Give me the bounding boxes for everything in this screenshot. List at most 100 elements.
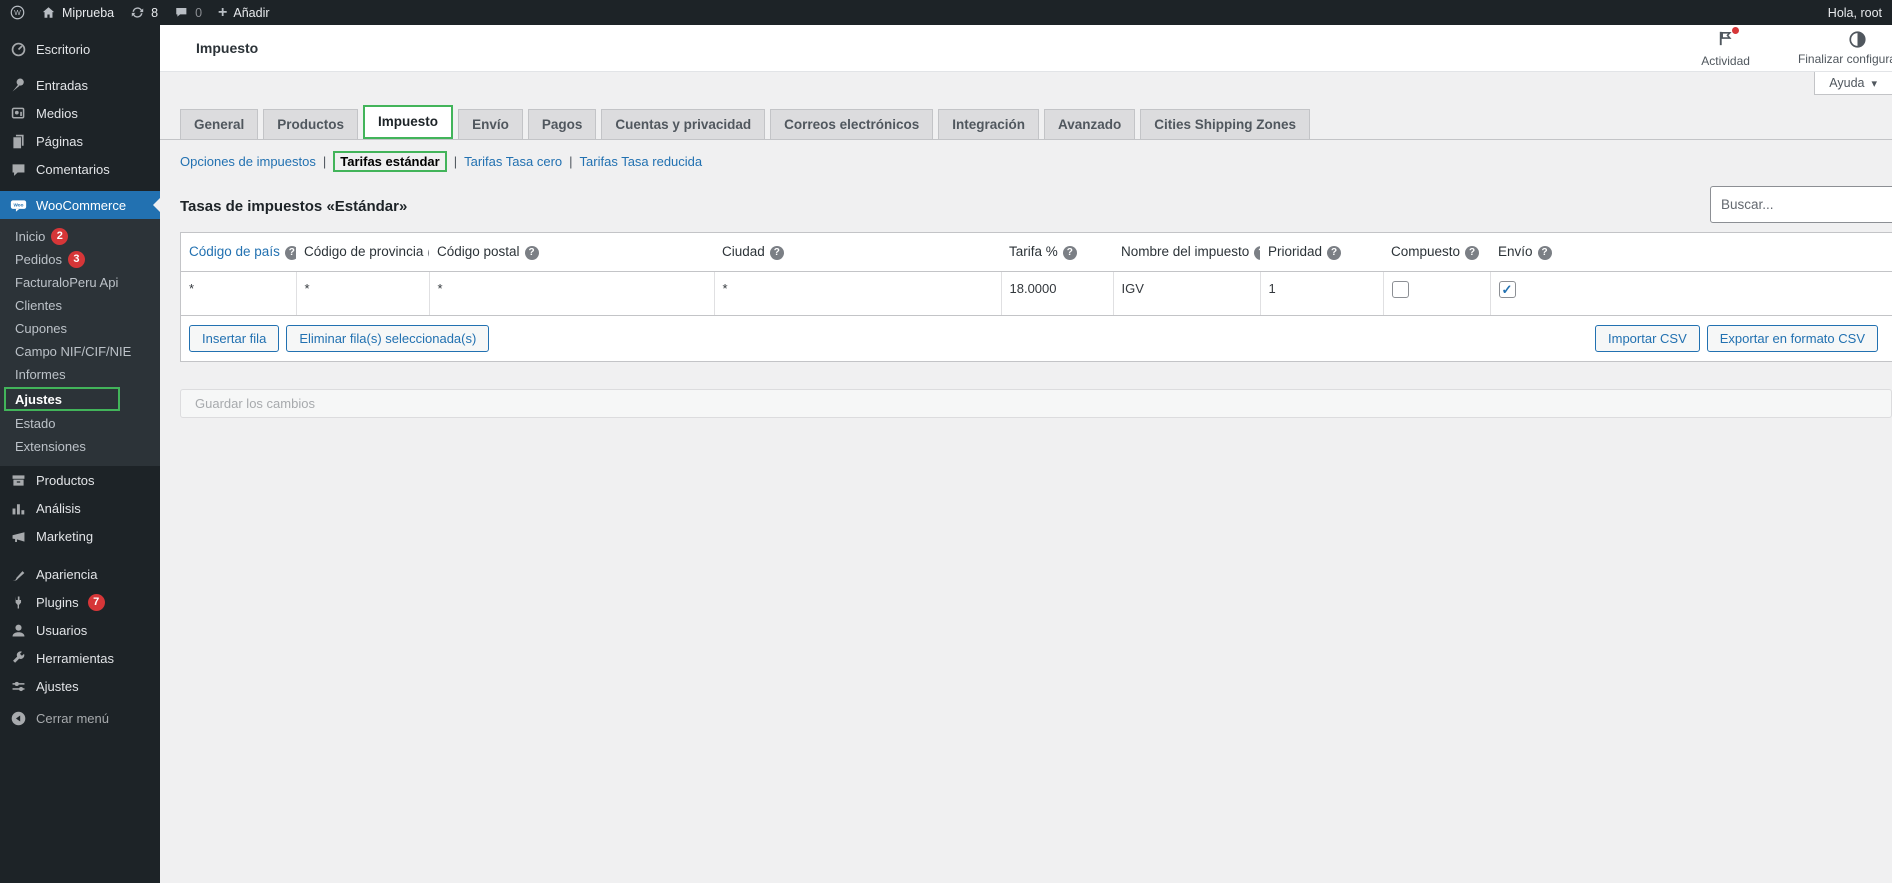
help-icon[interactable] [285, 246, 296, 260]
comments-menu[interactable]: 0 [174, 5, 202, 20]
cell-priority[interactable]: 1 [1260, 272, 1383, 316]
collapse-menu-button[interactable]: Cerrar menú [0, 704, 160, 732]
submenu-item-ajustes-current[interactable]: Ajustes [4, 387, 120, 411]
tab-impuesto-active[interactable]: Impuesto [363, 105, 453, 139]
help-icon[interactable] [525, 246, 539, 260]
cell-state-code[interactable]: * [296, 272, 429, 316]
subnav-tarifas-tasa-cero[interactable]: Tarifas Tasa cero [464, 154, 562, 169]
help-button[interactable]: Ayuda [1814, 72, 1892, 95]
tab-pagos[interactable]: Pagos [528, 109, 597, 139]
help-icon[interactable] [1465, 246, 1479, 260]
column-header-priority: Prioridad [1260, 233, 1383, 272]
search-input[interactable] [1710, 186, 1892, 223]
tab-integracion[interactable]: Integración [938, 109, 1039, 139]
sidebar-item-ajustes-generales[interactable]: Ajustes [0, 672, 160, 700]
export-csv-button[interactable]: Exportar en formato CSV [1707, 325, 1878, 352]
compound-checkbox[interactable] [1392, 281, 1409, 298]
tab-productos[interactable]: Productos [263, 109, 358, 139]
sidebar-item-label: Entradas [36, 78, 88, 93]
sidebar-item-medios[interactable]: Medios [0, 99, 160, 127]
sidebar-item-label: Escritorio [36, 42, 90, 57]
submenu-item-estado[interactable]: Estado [0, 412, 160, 435]
cell-country-code[interactable]: * [181, 272, 296, 316]
tab-envio[interactable]: Envío [458, 109, 523, 139]
finish-setup-button[interactable]: Finalizar configuración [1798, 30, 1892, 66]
bar-chart-icon [10, 500, 27, 517]
cell-shipping [1490, 272, 1892, 316]
submenu-label: Pedidos [15, 252, 62, 267]
insert-row-button[interactable]: Insertar fila [189, 325, 279, 352]
column-header-state-code: Código de provincia [296, 233, 429, 272]
sidebar-item-apariencia[interactable]: Apariencia [0, 560, 160, 588]
tab-correos[interactable]: Correos electrónicos [770, 109, 933, 139]
delete-selected-rows-button[interactable]: Eliminar fila(s) seleccionada(s) [286, 325, 489, 352]
sidebar-item-woocommerce[interactable]: Woo WooCommerce [0, 191, 160, 219]
help-icon[interactable] [1327, 246, 1341, 260]
sidebar-item-herramientas[interactable]: Herramientas [0, 644, 160, 672]
updates-menu[interactable]: 8 [130, 5, 158, 20]
help-icon[interactable] [1254, 246, 1260, 260]
submenu-item-extensiones[interactable]: Extensiones [0, 435, 160, 458]
submenu-label: Cupones [15, 321, 67, 336]
column-header-country-code[interactable]: Código de país [181, 233, 296, 272]
submenu-item-campo-nif[interactable]: Campo NIF/CIF/NIE [0, 340, 160, 363]
submenu-item-cupones[interactable]: Cupones [0, 317, 160, 340]
sidebar-item-label: Productos [36, 473, 95, 488]
plugin-icon [10, 594, 27, 611]
submenu-label: Inicio [15, 229, 45, 244]
submenu-label: Campo NIF/CIF/NIE [15, 344, 131, 359]
finish-setup-label: Finalizar configuración [1798, 52, 1892, 66]
settings-sliders-icon [10, 678, 27, 695]
submenu-item-pedidos[interactable]: Pedidos 3 [0, 248, 160, 271]
cell-compound [1383, 272, 1490, 316]
sidebar-item-paginas[interactable]: Páginas [0, 127, 160, 155]
subnav-tarifas-tasa-reducida[interactable]: Tarifas Tasa reducida [580, 154, 703, 169]
sidebar-item-analisis[interactable]: Análisis [0, 494, 160, 522]
products-box-icon [10, 472, 27, 489]
submenu-item-facturaloperu-api[interactable]: FacturaloPeru Api [0, 271, 160, 294]
submenu-item-clientes[interactable]: Clientes [0, 294, 160, 317]
cell-city[interactable]: * [714, 272, 1001, 316]
greeting-text: Hola, root [1828, 6, 1882, 20]
sidebar-item-plugins[interactable]: Plugins 7 [0, 588, 160, 616]
submenu-item-inicio[interactable]: Inicio 2 [0, 225, 160, 248]
submenu-label: Informes [15, 367, 66, 382]
activity-button[interactable]: Actividad [1701, 29, 1750, 68]
sidebar-item-comentarios[interactable]: Comentarios [0, 155, 160, 183]
sidebar-item-entradas[interactable]: Entradas [0, 71, 160, 99]
comments-count: 0 [195, 6, 202, 20]
sidebar-item-label: Comentarios [36, 162, 110, 177]
help-icon[interactable] [770, 246, 784, 260]
tab-cuentas-privacidad[interactable]: Cuentas y privacidad [601, 109, 765, 139]
site-name-menu[interactable]: Miprueba [41, 5, 114, 20]
help-icon[interactable] [1538, 246, 1552, 260]
submenu-label: Estado [15, 416, 55, 431]
import-csv-button[interactable]: Importar CSV [1595, 325, 1700, 352]
tab-cities-shipping-zones[interactable]: Cities Shipping Zones [1140, 109, 1310, 139]
wordpress-logo[interactable]: W [10, 5, 25, 20]
tab-avanzado[interactable]: Avanzado [1044, 109, 1135, 139]
shipping-checkbox[interactable] [1499, 281, 1516, 298]
column-header-rate: Tarifa % [1001, 233, 1113, 272]
submenu-label: Ajustes [15, 392, 62, 407]
add-new-menu[interactable]: + Añadir [218, 5, 269, 21]
sidebar-item-label: Usuarios [36, 623, 87, 638]
help-icon[interactable] [1063, 246, 1077, 260]
subnav-opciones-impuestos[interactable]: Opciones de impuestos [180, 154, 316, 169]
sidebar-item-marketing[interactable]: Marketing [0, 522, 160, 550]
sidebar-item-usuarios[interactable]: Usuarios [0, 616, 160, 644]
subnav-tarifas-estandar-current[interactable]: Tarifas estándar [333, 151, 446, 172]
save-changes-button[interactable]: Guardar los cambios [180, 389, 1892, 418]
submenu-item-informes[interactable]: Informes [0, 363, 160, 386]
tab-general[interactable]: General [180, 109, 258, 139]
sidebar-item-label: Medios [36, 106, 78, 121]
sidebar-item-escritorio[interactable]: Escritorio [0, 35, 160, 63]
my-account-menu[interactable]: Hola, root [1828, 6, 1882, 20]
cell-postcode[interactable]: * [429, 272, 714, 316]
help-icon[interactable] [428, 246, 429, 260]
wordpress-icon: W [10, 5, 25, 20]
sidebar-item-productos[interactable]: Productos [0, 466, 160, 494]
comment-bubble-icon [174, 5, 189, 20]
cell-tax-name[interactable]: IGV [1113, 272, 1260, 316]
cell-rate[interactable]: 18.0000 [1001, 272, 1113, 316]
